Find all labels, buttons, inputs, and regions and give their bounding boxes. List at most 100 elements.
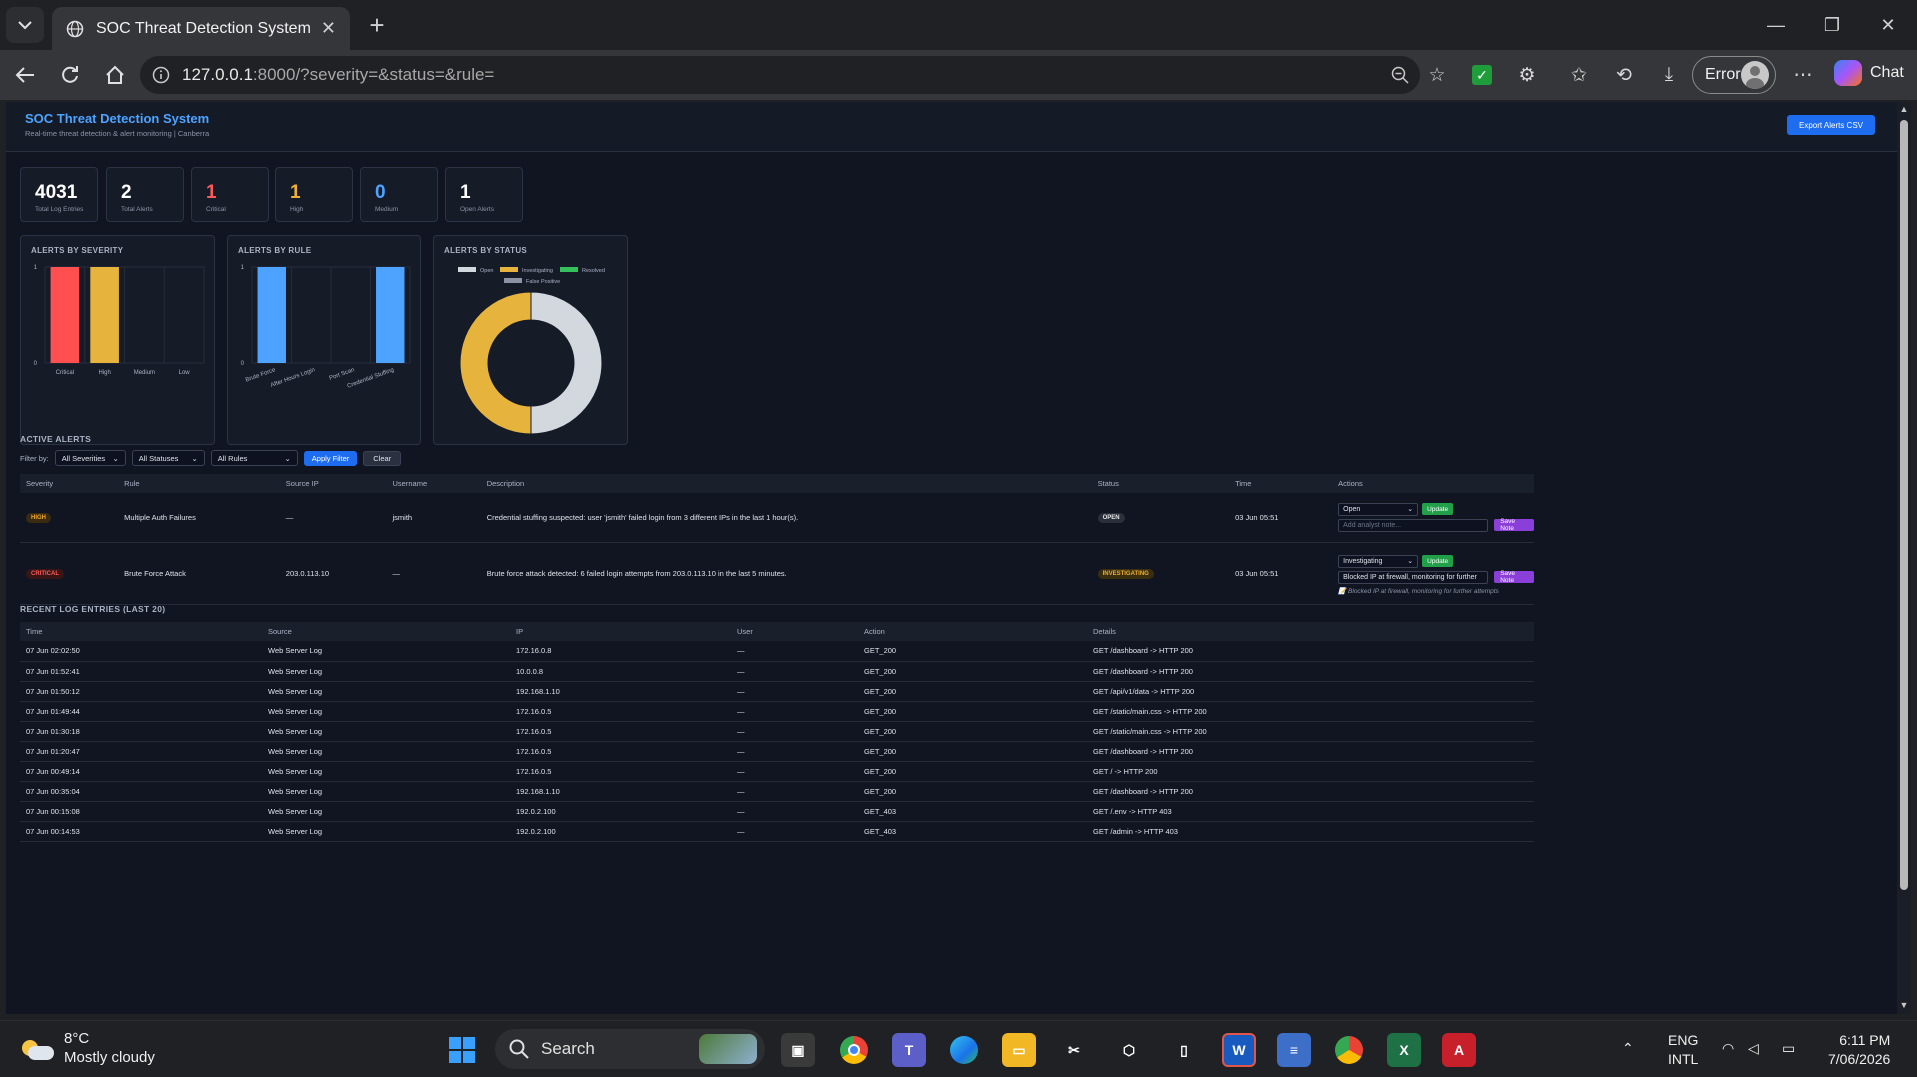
home-icon (106, 65, 124, 84)
recent-logs-title: RECENT LOG ENTRIES (LAST 20) (20, 604, 166, 614)
history-icon[interactable]: ⟲ (1609, 60, 1639, 90)
log-ip-cell: 192.168.1.10 (510, 781, 731, 802)
tray-chevron-up-icon[interactable]: ⌃ (1622, 1039, 1634, 1058)
weather-cloud-icon (22, 1036, 54, 1060)
info-icon[interactable] (152, 66, 170, 84)
teams-icon[interactable]: T (892, 1033, 926, 1067)
close-tab-icon[interactable]: ✕ (321, 18, 336, 39)
log-action-cell: GET_200 (858, 761, 1087, 782)
stat-value: 4031 (35, 182, 78, 203)
column-header: Description (480, 474, 1092, 493)
column-header: Rule (118, 474, 280, 493)
chrome-icon[interactable] (837, 1033, 871, 1067)
log-details-cell: GET /dashboard -> HTTP 200 (1087, 641, 1534, 662)
favorite-star-icon[interactable]: ☆ (1422, 60, 1452, 90)
column-header: Actions (1332, 474, 1534, 493)
virtualbox-icon[interactable]: ⬡ (1112, 1033, 1146, 1067)
weather-widget[interactable]: 8°C Mostly cloudy (22, 1029, 155, 1067)
alert-status-select[interactable]: Investigating ⌄ (1338, 554, 1419, 568)
save-note-button[interactable]: Save Note (1494, 518, 1534, 532)
update-button[interactable]: Update (1422, 555, 1454, 567)
legend-swatch (560, 267, 578, 272)
notepad-file-icon[interactable]: ▯ (1167, 1033, 1201, 1067)
app-header: SOC Threat Detection System Real-time th… (6, 102, 1897, 152)
minimize-button[interactable]: — (1748, 0, 1804, 50)
table-row: 07 Jun 01:30:18 Web Server Log 172.16.0.5—… (20, 721, 1534, 742)
extensions-puzzle-icon[interactable]: ⚙ (1512, 60, 1542, 90)
downloads-icon[interactable]: ⤓ (1654, 60, 1684, 90)
language-indicator[interactable]: ENG INTL (1668, 1031, 1698, 1069)
clear-filter-button[interactable]: Clear (363, 450, 402, 466)
clock-date: 7/06/2026 (1828, 1051, 1891, 1067)
word-icon[interactable]: W (1222, 1033, 1256, 1067)
rule-filter-select[interactable]: All Rules ⌄ (210, 450, 298, 466)
stat-card-critical: 1 Critical (191, 167, 269, 222)
column-header: Status (1091, 474, 1230, 493)
copilot-chat-button[interactable]: Chat (1834, 60, 1904, 86)
scrollbar-thumb[interactable] (1900, 120, 1908, 890)
back-button[interactable] (10, 60, 40, 90)
keyboard-layout: INTL (1668, 1051, 1699, 1067)
restore-button[interactable]: ❐ (1804, 0, 1860, 50)
status-filter-select[interactable]: All Statuses ⌄ (131, 450, 205, 466)
log-user-cell: — (731, 781, 858, 802)
alerts-table: Severity Rule Source IP Username Descrip… (20, 474, 1534, 605)
browser-tab[interactable]: SOC Threat Detection System ✕ (52, 7, 350, 50)
logs-table-body: 07 Jun 02:02:50 Web Server Log 172.16.0.8—… (20, 641, 1534, 842)
source-ip-cell: 203.0.113.10 (279, 542, 387, 605)
update-button[interactable]: Update (1422, 503, 1454, 516)
save-note-button[interactable]: Save Note (1494, 570, 1534, 584)
alert-status-select[interactable]: Open ⌄ (1338, 502, 1419, 516)
page-scrollbar[interactable]: ▲ ▼ (1897, 102, 1911, 1014)
tab-actions-button[interactable] (6, 7, 44, 43)
active-alerts-title: ACTIVE ALERTS (20, 434, 92, 444)
scroll-down-arrow-icon[interactable]: ▼ (1899, 1000, 1909, 1010)
x-tick-label: Medium (134, 370, 155, 376)
bar-high (90, 267, 119, 363)
log-time-cell: 07 Jun 00:15:08 (20, 801, 262, 822)
status-badge: OPEN (1097, 512, 1125, 523)
task-view-icon[interactable]: ▣ (781, 1033, 815, 1067)
acrobat-icon[interactable]: A (1442, 1033, 1476, 1067)
search-highlight-image (699, 1034, 757, 1064)
stat-card-medium: 0 Medium (360, 167, 438, 222)
reload-button[interactable] (55, 60, 85, 90)
snipping-tool-icon[interactable]: ✂ (1057, 1033, 1091, 1067)
page-title: SOC Threat Detection System (25, 111, 210, 126)
zoom-out-icon[interactable] (1385, 60, 1415, 90)
excel-icon[interactable]: X (1387, 1033, 1421, 1067)
stat-value: 1 (206, 182, 217, 203)
severity-filter-select[interactable]: All Severities ⌄ (54, 450, 126, 466)
bar-credential-stuffing (376, 267, 405, 363)
home-button[interactable] (100, 60, 130, 90)
chrome-profile-icon[interactable] (1332, 1033, 1366, 1067)
address-bar[interactable]: 127.0.0.1:8000/?severity=&status=&rule= (140, 56, 1420, 94)
edge-icon[interactable] (947, 1033, 981, 1067)
volume-icon[interactable]: ◁ (1748, 1039, 1759, 1058)
notepad-icon[interactable]: ≡ (1277, 1033, 1311, 1067)
extension-check-icon[interactable]: ✓ (1467, 60, 1497, 90)
scroll-up-arrow-icon[interactable]: ▲ (1899, 104, 1909, 114)
more-menu-icon[interactable]: ⋯ (1788, 60, 1818, 90)
wifi-icon[interactable]: ◠ (1722, 1039, 1734, 1058)
x-tick-label: High (98, 370, 110, 376)
new-tab-button[interactable]: + (362, 10, 392, 40)
file-explorer-icon[interactable]: ▭ (1002, 1033, 1036, 1067)
copilot-icon (1834, 60, 1862, 86)
clock[interactable]: 6:11 PM 7/06/2026 (1828, 1031, 1890, 1069)
start-windows-icon[interactable] (445, 1033, 479, 1067)
taskbar-search[interactable]: Search (495, 1029, 765, 1069)
analyst-note-input[interactable]: Add analyst note... (1338, 518, 1489, 532)
rule-cell: Multiple Auth Failures (118, 493, 280, 543)
logs-table: Time Source IP User Action Details 07 Ju… (20, 622, 1534, 842)
battery-icon[interactable]: ▭ (1782, 1039, 1795, 1058)
apply-filter-button[interactable]: Apply Filter (303, 450, 358, 466)
chart-panel-status: ALERTS BY STATUS Open Investigating Resolv… (433, 235, 628, 445)
export-alerts-csv-button[interactable]: Export Alerts CSV (1787, 115, 1875, 135)
close-window-button[interactable]: ✕ (1860, 0, 1916, 50)
analyst-note-input[interactable]: Blocked IP at firewall, monitoring for f… (1338, 570, 1489, 584)
search-icon (509, 1039, 529, 1059)
profile-button[interactable]: Error (1692, 56, 1776, 94)
favorites-icon[interactable]: ✩ (1564, 60, 1594, 90)
log-source-cell: Web Server Log (262, 661, 510, 682)
